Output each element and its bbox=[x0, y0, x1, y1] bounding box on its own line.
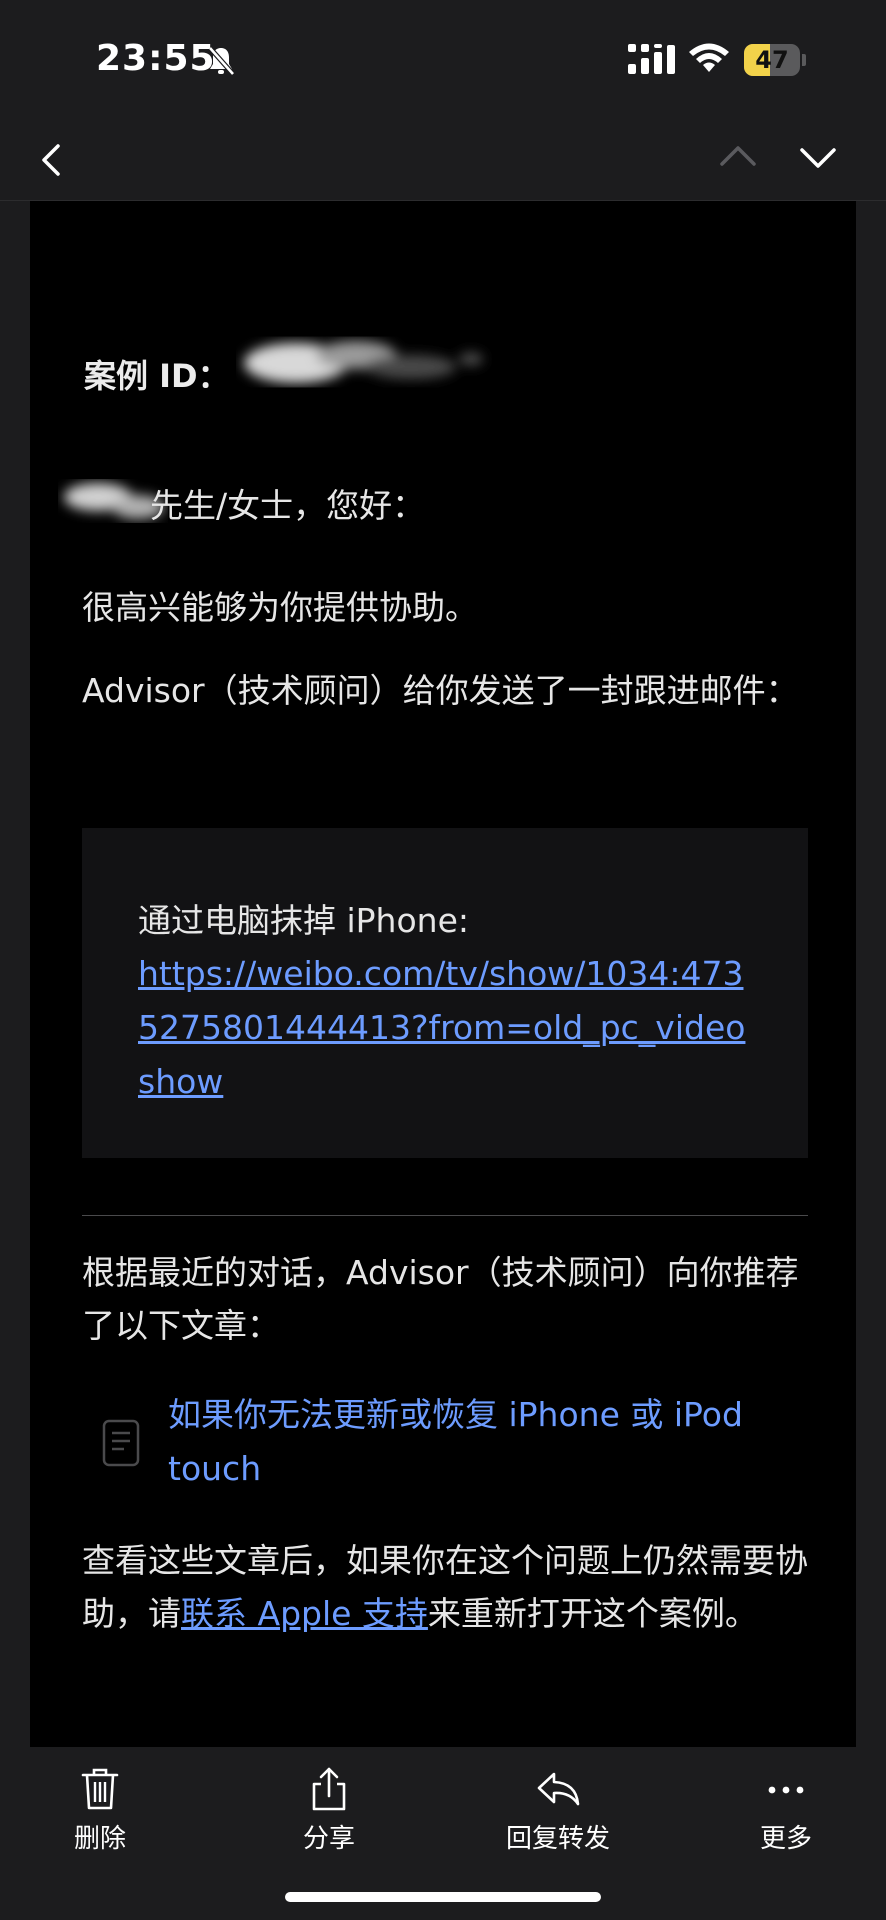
previous-message-button[interactable] bbox=[710, 130, 766, 186]
chevron-up-icon bbox=[720, 146, 756, 166]
cellular-signal-icon bbox=[628, 44, 676, 78]
email-body: 案例 ID： 先生/女士，您好： 很高兴能够为你提供协助。 Advisor（技术… bbox=[30, 201, 856, 1747]
greeting: 先生/女士，您好： bbox=[150, 486, 426, 525]
case-id-label: 案例 ID： bbox=[84, 357, 230, 395]
nav-bar bbox=[0, 120, 886, 201]
trash-icon bbox=[81, 1768, 119, 1810]
battery-tip bbox=[802, 54, 806, 66]
home-indicator[interactable] bbox=[285, 1892, 601, 1902]
status-bar: 23:55 47 bbox=[0, 0, 886, 120]
chevron-left-icon bbox=[42, 144, 60, 176]
delete-label: 删除 bbox=[73, 1824, 126, 1854]
chevron-down-icon bbox=[800, 148, 836, 168]
contact-apple-support-link[interactable]: 联系 Apple 支持 bbox=[181, 1594, 428, 1633]
paragraph-intro: 很高兴能够为你提供协助。 bbox=[82, 588, 478, 627]
battery-icon: 47 bbox=[744, 44, 800, 76]
share-label: 分享 bbox=[302, 1824, 355, 1854]
recommended-article-link[interactable]: 如果你无法更新或恢复 iPhone 或 iPod touch bbox=[168, 1388, 808, 1496]
divider bbox=[82, 1215, 808, 1216]
reply-forward-button[interactable]: 回复转发 bbox=[478, 1766, 638, 1855]
closing-text-after: 来重新打开这个案例。 bbox=[427, 1594, 758, 1633]
battery-percent: 47 bbox=[755, 46, 789, 74]
advisor-message-title: 通过电脑抹掉 iPhone: bbox=[138, 901, 469, 940]
share-button[interactable]: 分享 bbox=[249, 1766, 409, 1855]
reply-forward-label: 回复转发 bbox=[505, 1824, 610, 1854]
delete-button[interactable]: 删除 bbox=[20, 1766, 180, 1855]
wifi-icon bbox=[688, 42, 730, 78]
redacted-case-id bbox=[244, 341, 483, 383]
advisor-video-link[interactable]: https://weibo.com/tv/show/1034:473527580… bbox=[138, 947, 758, 1109]
share-icon bbox=[312, 1767, 346, 1811]
paragraph-follow-up: Advisor（技术顾问）给你发送了一封跟进邮件： bbox=[82, 671, 799, 710]
advisor-message-box: 通过电脑抹掉 iPhone: https://weibo.com/tv/show… bbox=[82, 828, 808, 1158]
bell-muted-icon bbox=[206, 44, 236, 82]
status-time: 23:55 bbox=[96, 38, 216, 79]
more-button[interactable]: 更多 bbox=[706, 1766, 866, 1855]
more-icon bbox=[768, 1786, 804, 1794]
next-message-button[interactable] bbox=[790, 130, 846, 186]
paragraph-closing: 查看这些文章后，如果你在这个问题上仍然需要协助，请联系 Apple 支持来重新打… bbox=[82, 1534, 822, 1640]
paragraph-recommendation: 根据最近的对话，Advisor（技术顾问）向你推荐了以下文章： bbox=[82, 1253, 799, 1345]
more-label: 更多 bbox=[759, 1824, 812, 1854]
document-icon bbox=[102, 1419, 140, 1471]
back-button[interactable] bbox=[30, 130, 90, 190]
reply-icon bbox=[537, 1772, 580, 1806]
